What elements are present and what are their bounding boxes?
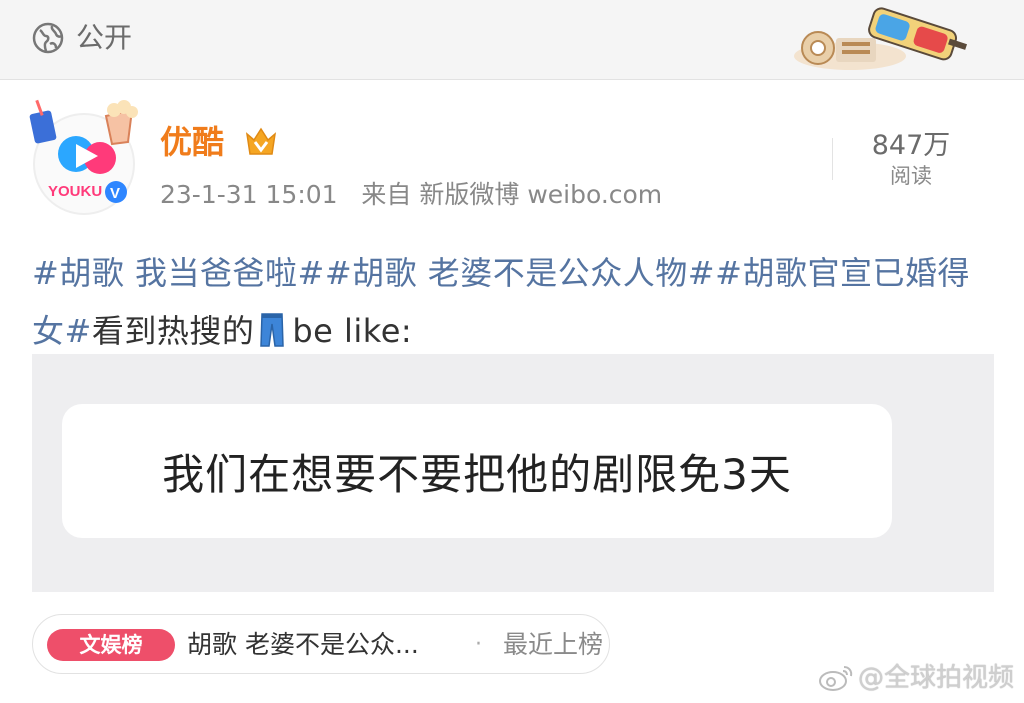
trend-chip[interactable]: 文娱榜 胡歌 老婆不是公众... · 最近上榜: [32, 614, 610, 674]
jeans-emoji-icon: [260, 313, 285, 347]
post-body-text: 看到热搜的: [91, 312, 255, 350]
avatar[interactable]: YOUKU V: [28, 98, 140, 216]
post-source[interactable]: 来自 新版微博 weibo.com: [361, 180, 662, 209]
globe-icon: [32, 22, 64, 54]
3d-glasses-decoration-icon: [794, 7, 968, 70]
trend-separator: ·: [475, 632, 482, 657]
svg-text:V: V: [110, 185, 120, 202]
hashtag-link-2[interactable]: #胡歌 老婆不是公众人物#: [325, 254, 715, 292]
hashtag-link-1[interactable]: #胡歌 我当爸爸啦#: [32, 254, 325, 292]
weibo-logo-icon: [819, 666, 853, 691]
bubble-text: 我们在想要不要把他的剧限免3天: [162, 449, 792, 499]
visibility-bar: 公开: [0, 0, 1024, 80]
post-text: #胡歌 我当爸爸啦##胡歌 老婆不是公众人物##胡歌官宣已婚得女#看到热搜的 be…: [32, 244, 992, 360]
post-body-suffix: be like:: [292, 312, 413, 350]
vip-crown-icon[interactable]: [244, 124, 278, 160]
trend-badge: 文娱榜: [47, 629, 175, 661]
post-meta: 23-1-31 15:01 来自 新版微博 weibo.com: [160, 178, 662, 212]
views-label: 阅读: [890, 164, 932, 188]
chat-bubble: 我们在想要不要把他的剧限免3天: [62, 404, 892, 538]
trend-status: 最近上榜: [503, 630, 604, 659]
views-count: 847万: [871, 130, 951, 161]
svg-text:YOUKU: YOUKU: [48, 183, 102, 200]
watermark-text: @全球拍视频: [858, 663, 1015, 693]
author-name[interactable]: 优酷: [160, 122, 224, 162]
trend-title: 胡歌 老婆不是公众...: [187, 630, 419, 659]
watermark: @全球拍视频: [818, 658, 1018, 698]
post-date: 23-1-31 15:01: [160, 180, 338, 209]
visibility-label[interactable]: 公开: [76, 20, 132, 56]
post-image[interactable]: 我们在想要不要把他的剧限免3天: [32, 354, 994, 592]
views-divider: [832, 138, 833, 180]
